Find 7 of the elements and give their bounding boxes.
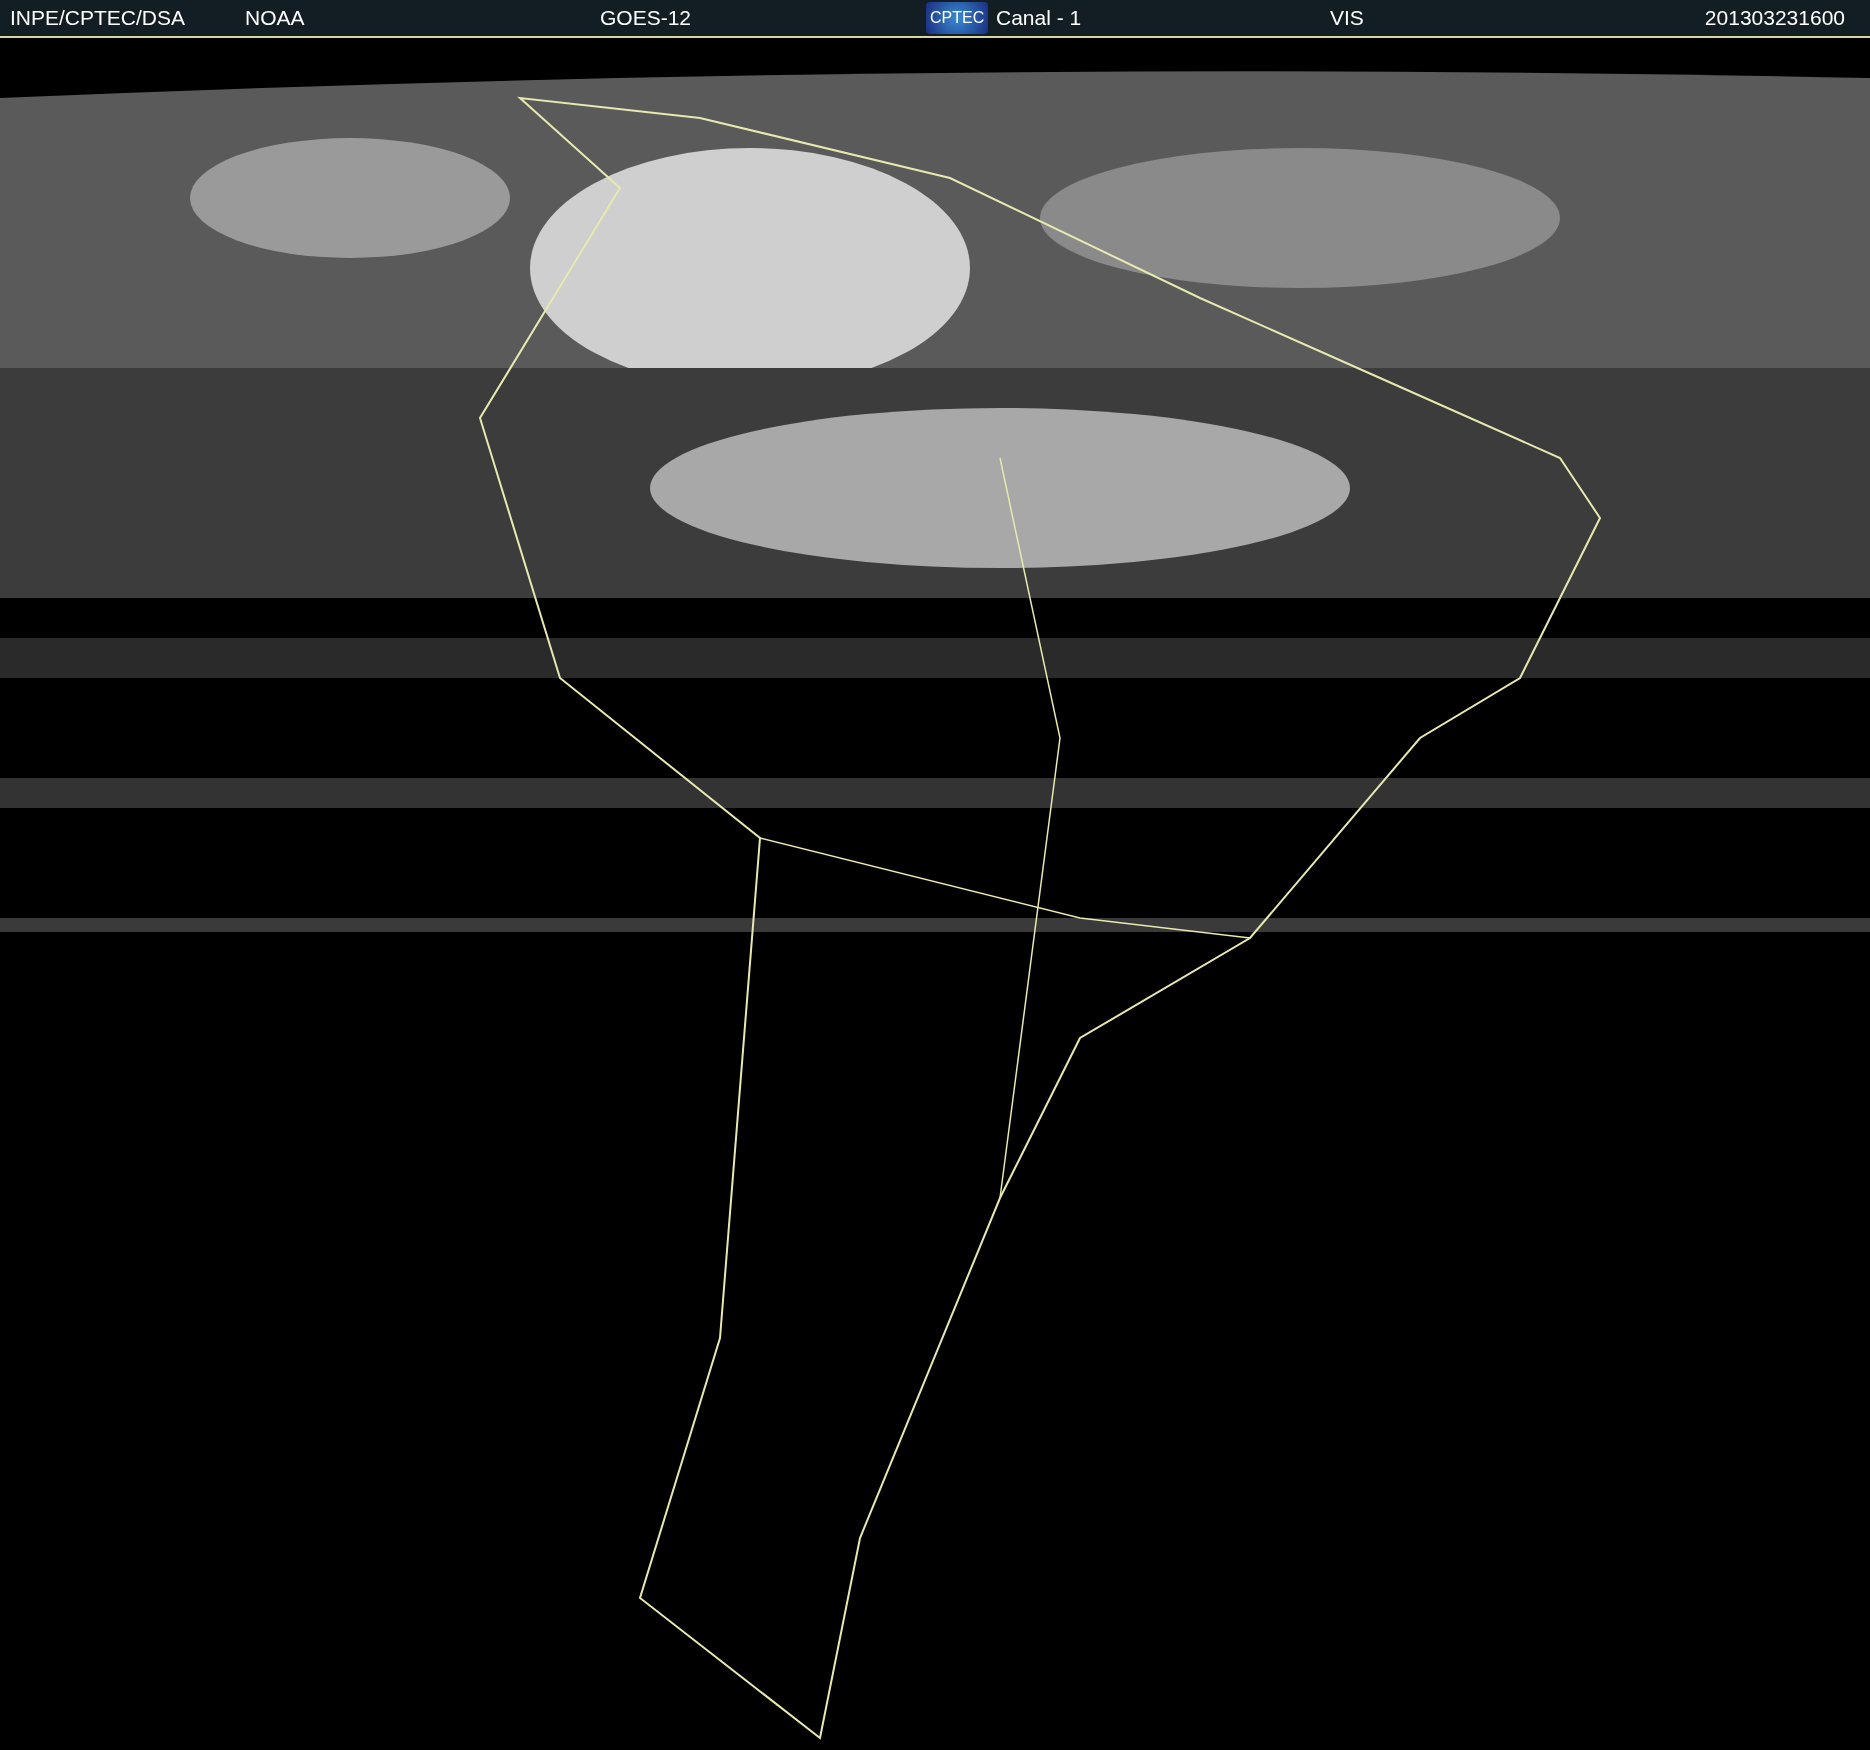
satellite-label: GOES-12: [600, 6, 692, 30]
timestamp-label: 201303231600: [1704, 6, 1845, 30]
source-label: NOAA: [245, 6, 305, 30]
logo-badge: CPTEC: [926, 2, 989, 34]
channel-label: Canal - 1: [996, 6, 1082, 30]
agency-label: INPE/CPTEC/DSA: [10, 6, 186, 30]
band-label: VIS: [1330, 6, 1364, 30]
